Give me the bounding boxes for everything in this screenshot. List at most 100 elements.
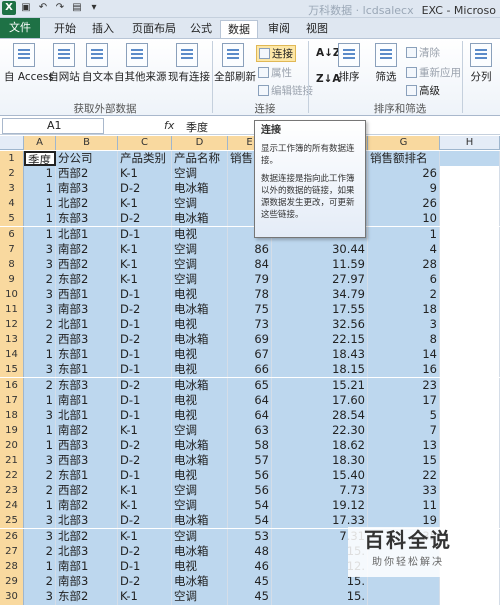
cell[interactable]: 空调: [172, 588, 228, 604]
cell[interactable]: 空调: [172, 256, 228, 272]
column-header[interactable]: B: [56, 136, 118, 150]
cell[interactable]: 分公司: [56, 151, 118, 166]
cell[interactable]: 南部3: [56, 302, 118, 317]
cell[interactable]: 北部3: [56, 543, 118, 559]
cell[interactable]: [440, 271, 500, 287]
cell[interactable]: 东部2: [56, 271, 118, 287]
cell[interactable]: D-2: [118, 543, 172, 559]
cell[interactable]: D-1: [118, 286, 172, 302]
cell[interactable]: 南部3: [56, 573, 118, 589]
cell[interactable]: 3: [24, 256, 56, 272]
cell[interactable]: 56: [228, 483, 272, 499]
cell[interactable]: K-1: [118, 528, 172, 544]
customize-qat-icon[interactable]: ▾: [87, 1, 101, 15]
cell[interactable]: D-2: [118, 437, 172, 453]
cell[interactable]: 电冰箱: [172, 437, 228, 453]
tab-page-layout[interactable]: 页面布局: [128, 20, 180, 38]
cell[interactable]: 18.43: [272, 347, 368, 363]
cell[interactable]: 产品名称: [172, 151, 228, 166]
row-header[interactable]: 3: [0, 181, 24, 197]
cell[interactable]: K-1: [118, 256, 172, 272]
cell[interactable]: 79: [228, 271, 272, 287]
cell[interactable]: 32.56: [272, 317, 368, 333]
cell[interactable]: 季度: [24, 151, 56, 166]
cell[interactable]: [440, 483, 500, 499]
cell[interactable]: 电视: [172, 392, 228, 408]
cell[interactable]: 电视: [172, 468, 228, 484]
cell[interactable]: 东部3: [56, 377, 118, 393]
cell[interactable]: 17.60: [272, 392, 368, 408]
cell[interactable]: [440, 332, 500, 348]
cell[interactable]: 16: [368, 362, 440, 378]
tab-insert[interactable]: 插入: [88, 20, 118, 38]
cell[interactable]: 34.79: [272, 286, 368, 302]
cell[interactable]: D-2: [118, 302, 172, 317]
cell[interactable]: 电视: [172, 226, 228, 242]
cell[interactable]: 2: [24, 377, 56, 393]
cell[interactable]: D-1: [118, 392, 172, 408]
cell[interactable]: [440, 196, 500, 212]
cell[interactable]: D-2: [118, 513, 172, 529]
cell[interactable]: 空调: [172, 422, 228, 438]
cell[interactable]: 1: [24, 226, 56, 242]
cell[interactable]: 电冰箱: [172, 543, 228, 559]
row-header[interactable]: 26: [0, 528, 24, 544]
cell[interactable]: 18: [368, 302, 440, 317]
cell[interactable]: 22: [368, 468, 440, 484]
cell[interactable]: K-1: [118, 588, 172, 604]
cell[interactable]: 1: [24, 498, 56, 514]
cell[interactable]: 北部3: [56, 513, 118, 529]
cell[interactable]: 北部1: [56, 317, 118, 333]
cell[interactable]: D-1: [118, 468, 172, 484]
cell[interactable]: [440, 166, 500, 182]
cell[interactable]: 3: [24, 362, 56, 378]
cell[interactable]: D-2: [118, 332, 172, 348]
cell[interactable]: K-1: [118, 498, 172, 514]
cell[interactable]: D-1: [118, 362, 172, 378]
cell[interactable]: D-1: [118, 347, 172, 363]
cell[interactable]: 8: [368, 332, 440, 348]
cell[interactable]: 电视: [172, 362, 228, 378]
cell[interactable]: 西部3: [56, 332, 118, 348]
cell[interactable]: [440, 498, 500, 514]
tab-formulas[interactable]: 公式: [186, 20, 216, 38]
row-header[interactable]: 25: [0, 513, 24, 529]
existing-connections-button[interactable]: 现有连接: [168, 43, 210, 84]
row-header[interactable]: 1: [0, 151, 24, 166]
cell[interactable]: 西部3: [56, 453, 118, 468]
column-header[interactable]: G: [368, 136, 440, 150]
cell[interactable]: [440, 302, 500, 317]
formula-input[interactable]: 季度: [186, 119, 208, 135]
cell[interactable]: 54: [228, 498, 272, 514]
cell[interactable]: 3: [24, 286, 56, 302]
undo-icon[interactable]: ↶: [36, 1, 50, 15]
cell[interactable]: 54: [228, 513, 272, 529]
cell[interactable]: 17.55: [272, 302, 368, 317]
cell[interactable]: 3: [24, 302, 56, 317]
cell[interactable]: [440, 392, 500, 408]
cell[interactable]: 3: [24, 407, 56, 423]
cell[interactable]: [440, 211, 500, 227]
cell[interactable]: 63: [228, 422, 272, 438]
cell[interactable]: 15.40: [272, 468, 368, 484]
cell[interactable]: 1: [24, 347, 56, 363]
tab-review[interactable]: 审阅: [264, 20, 294, 38]
redo-icon[interactable]: ↷: [53, 1, 67, 15]
cell[interactable]: 22.15: [272, 332, 368, 348]
cell[interactable]: 45: [228, 588, 272, 604]
cell[interactable]: 19.12: [272, 498, 368, 514]
cell[interactable]: 2: [24, 271, 56, 287]
cell[interactable]: 西部3: [56, 437, 118, 453]
cell[interactable]: 电视: [172, 558, 228, 574]
column-header[interactable]: A: [24, 136, 56, 150]
cell[interactable]: 9: [368, 181, 440, 197]
advanced-button[interactable]: 高级: [406, 83, 440, 98]
cell[interactable]: 3: [24, 241, 56, 257]
cell[interactable]: D-1: [118, 226, 172, 242]
cell[interactable]: [368, 588, 440, 604]
cell[interactable]: 1: [24, 196, 56, 212]
cell[interactable]: 南部2: [56, 241, 118, 257]
cell[interactable]: 南部1: [56, 392, 118, 408]
cell[interactable]: 2: [24, 573, 56, 589]
row-header[interactable]: 13: [0, 332, 24, 348]
